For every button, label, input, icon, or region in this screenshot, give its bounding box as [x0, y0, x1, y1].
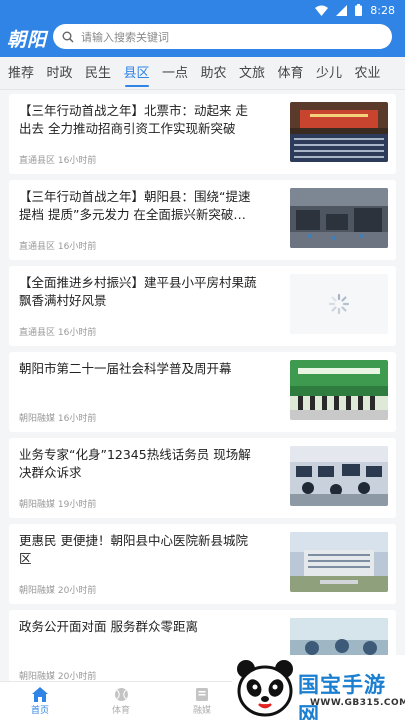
news-meta: 直通县区 16小时前 [19, 153, 96, 166]
news-title: 业务专家“化身”12345热线话务员 现场解决群众诉求 [19, 447, 251, 480]
news-source: 朝阳融媒 [19, 414, 56, 424]
news-card[interactable]: 【三年行动首战之年】北票市：动起来 走出去 全力推动招商引资工作实现新突破直通县… [9, 94, 396, 174]
news-time: 16小时前 [57, 156, 97, 166]
news-card[interactable]: 【三年行动首战之年】朝阳县：围绕“提速提档 提质”多元发力 在全面振兴新突破… 直… [9, 180, 396, 260]
news-thumbnail [290, 102, 388, 162]
news-title: 政务公开面对面 服务群众零距离 [19, 619, 198, 634]
news-meta: 直通县区 16小时前 [19, 239, 96, 252]
news-title: 朝阳市第二十一届社会科学普及周开幕 [19, 361, 232, 376]
news-card[interactable]: 朝阳市第二十一届社会科学普及周开幕 朝阳融媒 16小时前 [9, 352, 396, 432]
news-source: 直通县区 [19, 328, 56, 338]
search-placeholder: 请输入搜索关键词 [81, 30, 169, 44]
app-logo: 朝阳 [7, 29, 48, 51]
news-source: 朝阳融媒 [19, 500, 56, 510]
news-meta: 朝阳融媒 19小时前 [19, 497, 96, 510]
news-time: 19小时前 [57, 500, 97, 510]
news-card[interactable]: 业务专家“化身”12345热线话务员 现场解决群众诉求朝阳融媒 19小时前 [9, 438, 396, 518]
nav-sports[interactable]: 体育 [91, 685, 151, 716]
wifi-icon [315, 5, 329, 16]
news-meta: 朝阳融媒 20小时前 [19, 583, 96, 596]
news-meta: 朝阳融媒 16小时前 [19, 411, 96, 424]
tab-9[interactable]: 农业 [353, 57, 383, 90]
watermark-text: 国宝手游网 [298, 673, 386, 720]
news-time: 16小时前 [57, 328, 97, 338]
news-time: 16小时前 [57, 242, 97, 252]
news-title: 【三年行动首战之年】北票市：动起来 走出去 全力推动招商引资工作实现新突破 [19, 103, 248, 136]
ball-icon [114, 687, 128, 701]
watermark: 国宝手游网 WWW.GB315.COM [232, 655, 405, 720]
news-thumbnail [290, 532, 388, 592]
news-thumbnail [290, 188, 388, 248]
status-bar: 8:28 [315, 3, 395, 17]
news-thumbnail [290, 446, 388, 506]
loading-spinner-icon [290, 274, 388, 334]
home-icon [32, 686, 48, 702]
tab-6[interactable]: 文旅 [237, 57, 267, 90]
media-icon [196, 687, 208, 701]
nav-home[interactable]: 首页 [10, 685, 70, 716]
watermark-url: WWW.GB315.COM [310, 698, 405, 708]
tab-8[interactable]: 少儿 [314, 57, 344, 90]
battery-icon [355, 4, 363, 16]
category-tabs: 推荐 时政 民生 县区 一点 助农 文旅 体育 少儿 农业 [0, 57, 405, 90]
search-input[interactable]: 请输入搜索关键词 [53, 24, 392, 49]
news-title: 【全面推进乡村振兴】建平县小平房村果蔬飘香满村好风景 [19, 275, 257, 308]
news-source: 直通县区 [19, 156, 56, 166]
news-source: 朝阳融媒 [19, 586, 56, 596]
tab-1[interactable]: 时政 [45, 57, 75, 90]
news-time: 16小时前 [57, 414, 97, 424]
news-title: 【三年行动首战之年】朝阳县：围绕“提速提档 提质”多元发力 在全面振兴新突破… [19, 189, 251, 222]
tab-4[interactable]: 一点 [160, 57, 190, 90]
nav-media-label: 融媒 [192, 706, 211, 716]
tab-3[interactable]: 县区 [122, 57, 152, 90]
tab-2[interactable]: 民生 [83, 57, 113, 90]
news-card[interactable]: 更惠民 更便捷！朝阳县中心医院新县城院区朝阳融媒 20小时前 [9, 524, 396, 604]
news-title: 更惠民 更便捷！朝阳县中心医院新县城院区 [19, 533, 248, 566]
news-meta: 直通县区 16小时前 [19, 325, 96, 338]
app-screen: 8:28 朝阳 请输入搜索关键词 推荐 时政 民生 县区 一点 助农 文旅 体育 少儿 农业 【三… [0, 0, 405, 720]
news-source: 直通县区 [19, 242, 56, 252]
status-time: 8:28 [370, 3, 395, 17]
nav-sports-label: 体育 [111, 706, 130, 716]
nav-home-label: 首页 [30, 706, 49, 716]
news-thumbnail [290, 360, 388, 420]
tab-5[interactable]: 助农 [199, 57, 229, 90]
panda-logo-icon [237, 660, 293, 717]
signal-icon [336, 4, 348, 16]
nav-media[interactable]: 融媒 [172, 685, 232, 716]
tab-0[interactable]: 推荐 [6, 57, 36, 90]
tab-7[interactable]: 体育 [276, 57, 306, 90]
search-icon [62, 31, 74, 43]
news-time: 20小时前 [57, 586, 97, 596]
news-card[interactable]: 【全面推进乡村振兴】建平县小平房村果蔬飘香满村好风景直通县区 16小时前 [9, 266, 396, 346]
app-header: 8:28 朝阳 请输入搜索关键词 [0, 0, 405, 57]
